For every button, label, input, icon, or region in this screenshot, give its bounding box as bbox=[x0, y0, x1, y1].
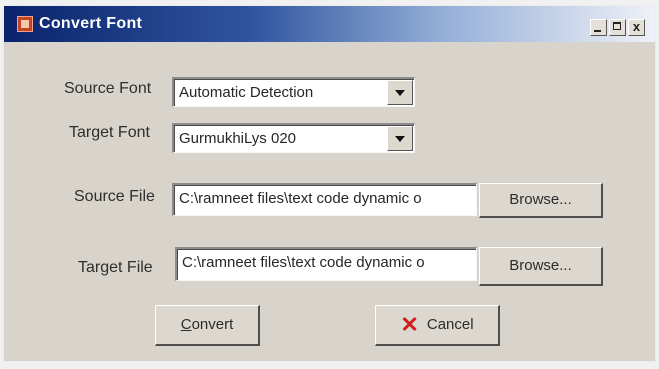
target-file-label: Target File bbox=[78, 259, 153, 276]
target-font-dropdown[interactable]: GurmukhiLys 020 bbox=[172, 123, 415, 153]
target-font-label: Target Font bbox=[69, 124, 150, 141]
minimize-icon bbox=[594, 30, 601, 32]
convert-font-dialog: Convert Font x Source Font Automatic Det… bbox=[4, 6, 655, 361]
cancel-label: Cancel bbox=[426, 316, 474, 333]
window-title: Convert Font bbox=[39, 15, 143, 32]
source-browse-button[interactable]: Browse... bbox=[479, 183, 603, 218]
target-file-input[interactable]: C:\ramneet files\text code dynamic o bbox=[175, 247, 477, 281]
convert-label: Convert bbox=[180, 316, 234, 333]
source-file-label: Source File bbox=[74, 188, 155, 205]
source-font-dropdown[interactable]: Automatic Detection bbox=[172, 77, 415, 107]
title-bar[interactable]: Convert Font x bbox=[4, 6, 655, 42]
close-button[interactable]: x bbox=[628, 19, 645, 36]
chevron-down-icon[interactable] bbox=[387, 80, 413, 105]
source-file-input[interactable]: C:\ramneet files\text code dynamic o bbox=[172, 183, 477, 216]
source-font-value: Automatic Detection bbox=[179, 84, 314, 101]
target-file-value: C:\ramneet files\text code dynamic o bbox=[182, 254, 425, 271]
maximize-button[interactable] bbox=[609, 19, 626, 36]
close-icon: x bbox=[632, 19, 641, 34]
source-font-label: Source Font bbox=[64, 80, 152, 97]
target-browse-label: Browse... bbox=[509, 257, 572, 274]
chevron-down-icon[interactable] bbox=[387, 126, 413, 151]
source-file-value: C:\ramneet files\text code dynamic o bbox=[179, 190, 422, 207]
x-icon: ✕ bbox=[400, 312, 419, 338]
maximize-icon bbox=[613, 22, 621, 30]
minimize-button[interactable] bbox=[590, 19, 607, 36]
target-font-value: GurmukhiLys 020 bbox=[179, 130, 296, 147]
convert-button[interactable]: Convert bbox=[155, 305, 260, 346]
target-browse-button[interactable]: Browse... bbox=[479, 247, 603, 286]
app-icon bbox=[17, 16, 33, 32]
source-browse-label: Browse... bbox=[509, 191, 572, 208]
cancel-button[interactable]: ✕ Cancel bbox=[375, 305, 500, 346]
